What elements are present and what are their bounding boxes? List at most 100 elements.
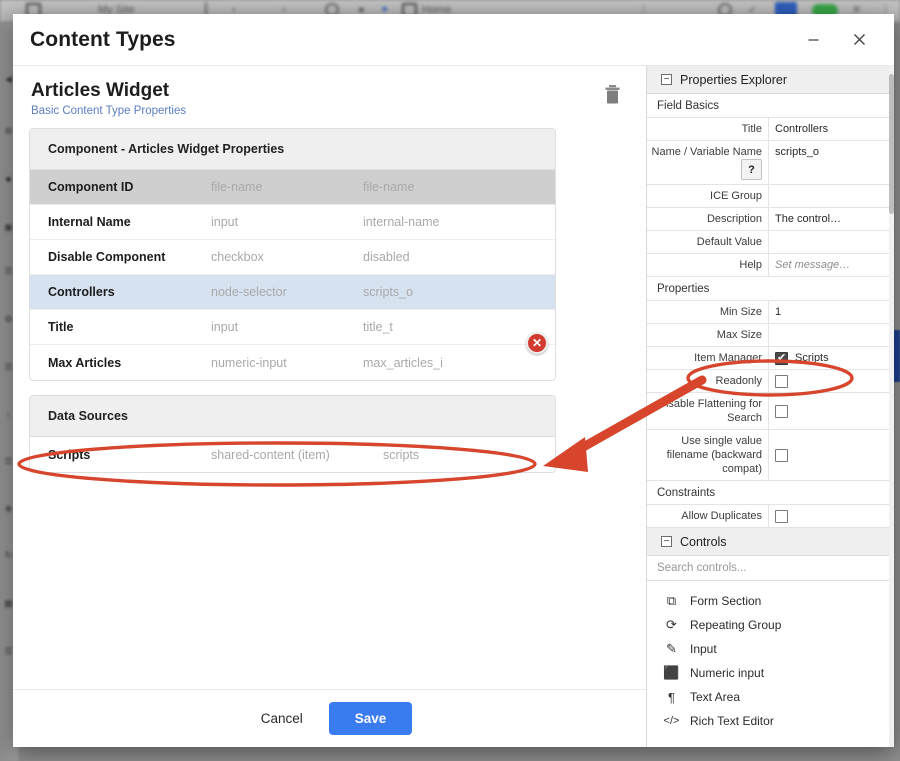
field-basics-row[interactable]: Name / Variable Name? scripts_o bbox=[647, 141, 894, 185]
properties-row-value-text: Scripts bbox=[795, 352, 829, 364]
data-source-row-type: shared-content (item) bbox=[211, 447, 330, 462]
minimize-button[interactable] bbox=[792, 21, 834, 59]
cancel-button[interactable]: Cancel bbox=[247, 703, 317, 734]
field-row-type: numeric-input bbox=[211, 355, 287, 370]
checkbox-item-manager[interactable] bbox=[775, 351, 788, 365]
properties-row[interactable]: Use single value filename (backward comp… bbox=[647, 430, 894, 481]
constraints-section-label: Constraints bbox=[647, 481, 894, 505]
field-basics-section-label: Field Basics bbox=[647, 94, 894, 118]
field-basics-row-value[interactable]: The control… bbox=[768, 208, 894, 230]
properties-row-value[interactable]: Scripts bbox=[768, 347, 894, 369]
properties-row[interactable]: Max Size bbox=[647, 324, 894, 347]
field-basics-row-value[interactable]: scripts_o bbox=[768, 141, 894, 184]
field-row[interactable]: Title input title_t bbox=[30, 310, 555, 345]
form-section-icon: ⧉ bbox=[666, 593, 677, 608]
scrollbar-thumb[interactable] bbox=[889, 74, 894, 214]
field-basics-row[interactable]: Title Controllers bbox=[647, 118, 894, 141]
field-row[interactable]: Component ID file-name file-name bbox=[30, 170, 555, 205]
control-item-label: Repeating Group bbox=[690, 618, 782, 632]
field-basics-row-value[interactable] bbox=[768, 185, 894, 207]
field-basics-row-label: Title bbox=[741, 123, 762, 135]
properties-row-value[interactable] bbox=[768, 324, 894, 346]
field-basics-row-value-text: Set message… bbox=[775, 259, 851, 271]
page-title: Articles Widget bbox=[31, 80, 170, 101]
properties-row[interactable]: Item Manager Scripts bbox=[647, 347, 894, 370]
properties-row[interactable]: Readonly bbox=[647, 370, 894, 393]
properties-row-value[interactable] bbox=[768, 393, 894, 429]
numeric-input-icon: ⬛ bbox=[663, 665, 680, 680]
properties-row-value[interactable] bbox=[768, 370, 894, 392]
control-item-form-section[interactable]: ⧉ Form Section bbox=[647, 589, 894, 613]
field-basics-row-value[interactable]: Set message… bbox=[768, 254, 894, 276]
properties-explorer-scrollbar[interactable] bbox=[889, 66, 894, 747]
control-item-label: Numeric input bbox=[690, 666, 765, 680]
controls-search-input[interactable]: Search controls... bbox=[647, 556, 894, 581]
field-row[interactable]: Disable Component checkbox disabled bbox=[30, 240, 555, 275]
control-item-repeating-group[interactable]: ⟳ Repeating Group bbox=[647, 613, 894, 637]
field-row-variable: scripts_o bbox=[363, 285, 414, 299]
dialog-titlebar: Content Types bbox=[13, 14, 894, 66]
constraints-row-value[interactable] bbox=[768, 505, 894, 527]
field-row[interactable]: Internal Name input internal-name bbox=[30, 205, 555, 240]
field-basics-row-value[interactable]: Controllers bbox=[768, 118, 894, 140]
field-row-type: file-name bbox=[211, 180, 263, 194]
field-row[interactable]: Controllers node-selector scripts_o bbox=[30, 275, 555, 310]
control-item-numeric-input[interactable]: ⬛ Numeric input bbox=[647, 661, 894, 685]
control-item-input[interactable]: ✎ Input bbox=[647, 637, 894, 661]
control-item-rich-text-editor[interactable]: </> Rich Text Editor bbox=[647, 709, 894, 733]
checkbox-use-single-value-filename-backward-compat[interactable] bbox=[775, 448, 788, 462]
field-row-name: Controllers bbox=[48, 285, 115, 299]
control-item-label: Rich Text Editor bbox=[690, 714, 774, 728]
constraints-row-label: Allow Duplicates bbox=[681, 510, 762, 522]
field-row-type: checkbox bbox=[211, 250, 264, 264]
properties-row-value[interactable]: 1 bbox=[768, 301, 894, 323]
checkbox-allow-duplicates[interactable] bbox=[775, 509, 788, 523]
properties-row-value[interactable] bbox=[768, 430, 894, 480]
checkbox-readonly[interactable] bbox=[775, 374, 788, 388]
data-source-row[interactable]: Scripts shared-content (item) scripts bbox=[30, 437, 555, 472]
field-basics-row-label: Help bbox=[739, 259, 762, 271]
properties-row[interactable]: Min Size 1 bbox=[647, 301, 894, 324]
field-rows-container: Component ID file-name file-name Internal N… bbox=[30, 170, 555, 380]
close-button[interactable] bbox=[838, 21, 880, 59]
collapse-controls-icon[interactable]: − bbox=[661, 536, 672, 547]
field-basics-row[interactable]: Default Value bbox=[647, 231, 894, 254]
properties-explorer-panel: − Properties Explorer Field Basics Title… bbox=[646, 66, 894, 747]
properties-row-label: Disable Flattening for Search bbox=[658, 398, 762, 424]
help-icon[interactable]: ? bbox=[741, 159, 762, 180]
data-source-row-variable: scripts bbox=[383, 447, 420, 462]
properties-rows: Min Size 1 Max Size Item Manager Scripts Read… bbox=[647, 301, 894, 481]
editor-scroll-area: Articles Widget Basic Content Type Prope… bbox=[13, 66, 646, 689]
control-item-text-area[interactable]: ¶ Text Area bbox=[647, 685, 894, 709]
properties-explorer-header: − Properties Explorer bbox=[647, 66, 894, 94]
properties-row-label: Max Size bbox=[716, 329, 762, 341]
constraints-row[interactable]: Allow Duplicates bbox=[647, 505, 894, 528]
field-row-name: Max Articles bbox=[48, 355, 122, 370]
field-row-variable: file-name bbox=[363, 180, 415, 194]
collapse-properties-explorer-icon[interactable]: − bbox=[661, 74, 672, 85]
save-button[interactable]: Save bbox=[328, 702, 413, 735]
field-basics-row[interactable]: Help Set message… bbox=[647, 254, 894, 277]
checkbox-disable-flattening-for-search[interactable] bbox=[775, 404, 788, 418]
field-row-name: Component ID bbox=[48, 180, 134, 194]
field-row-variable: disabled bbox=[363, 250, 410, 264]
field-basics-row-label: Description bbox=[706, 213, 762, 225]
component-properties-card: Component - Articles Widget Properties C… bbox=[29, 128, 556, 381]
field-basics-row[interactable]: Description The control… bbox=[647, 208, 894, 231]
basic-properties-link[interactable]: Basic Content Type Properties bbox=[31, 104, 186, 118]
field-row[interactable]: Max Articles numeric-input max_articles_i bbox=[30, 345, 555, 380]
field-row-variable: max_articles_i bbox=[363, 355, 443, 370]
properties-row[interactable]: Disable Flattening for Search bbox=[647, 393, 894, 430]
delete-content-type-button[interactable] bbox=[603, 84, 622, 110]
content-type-editor-pane: Articles Widget Basic Content Type Prope… bbox=[13, 66, 646, 747]
properties-row-label: Use single value filename (backward comp… bbox=[666, 435, 762, 475]
controls-header: − Controls bbox=[647, 528, 894, 556]
delete-field-button[interactable]: ✕ bbox=[526, 332, 548, 354]
field-basics-row-value[interactable] bbox=[768, 231, 894, 253]
close-icon bbox=[853, 34, 865, 45]
field-basics-row[interactable]: ICE Group bbox=[647, 185, 894, 208]
properties-section-label: Properties bbox=[647, 277, 894, 301]
minimize-icon bbox=[808, 39, 818, 41]
data-sources-card-header: Data Sources bbox=[30, 396, 555, 437]
input-icon: ✎ bbox=[666, 641, 677, 656]
